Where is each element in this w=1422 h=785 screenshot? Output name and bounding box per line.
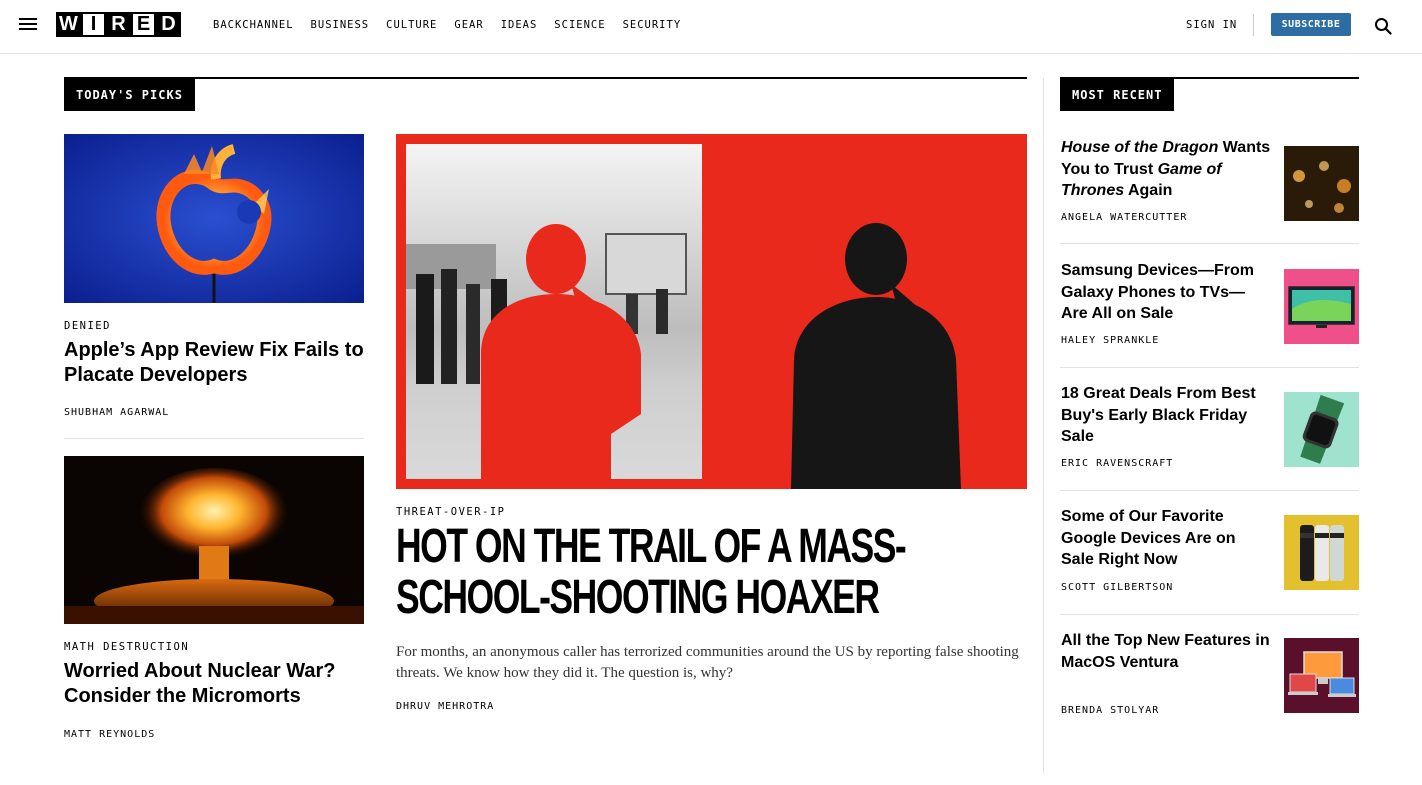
nuclear-explosion-image[interactable] <box>64 456 364 624</box>
feature-byline[interactable]: DHRUV MEHROTRA <box>396 701 494 712</box>
subscribe-button[interactable]: SUBSCRIBE <box>1271 13 1351 36</box>
feature-image[interactable] <box>396 134 1027 489</box>
nav-security[interactable]: SECURITY <box>623 19 682 31</box>
recent-byline[interactable]: ANGELA WATERCUTTER <box>1061 212 1187 223</box>
candlelit-thumbnail[interactable] <box>1284 146 1359 221</box>
nav-ideas[interactable]: IDEAS <box>501 19 538 31</box>
story-kicker: MATH DESTRUCTION <box>64 641 190 653</box>
samsung-tv-thumbnail[interactable] <box>1284 269 1359 344</box>
nav-business[interactable]: BUSINESS <box>311 19 370 31</box>
story-byline[interactable]: SHUBHAM AGARWAL <box>64 407 169 418</box>
wired-logo[interactable]: W I R E D <box>56 12 181 37</box>
most-recent-label: MOST RECENT <box>1060 79 1175 111</box>
logo-letter: W <box>56 12 81 37</box>
story-headline[interactable]: Worried About Nuclear War? Consider the … <box>64 659 364 709</box>
nav-culture[interactable]: CULTURE <box>386 19 437 31</box>
story-kicker: DENIED <box>64 320 111 332</box>
main-nav: BACKCHANNEL BUSINESS CULTURE GEAR IDEAS … <box>213 19 681 31</box>
logo-letter: E <box>131 12 156 37</box>
recent-divider <box>1060 614 1359 615</box>
recent-byline[interactable]: SCOTT GILBERTSON <box>1061 582 1173 593</box>
story-headline[interactable]: Apple’s App Review Fix Fails to Placate … <box>64 338 364 388</box>
column-divider <box>1043 78 1044 773</box>
recent-byline[interactable]: HALEY SPRANKLE <box>1061 335 1159 346</box>
story-byline[interactable]: MATT REYNOLDS <box>64 729 155 740</box>
nav-gear[interactable]: GEAR <box>454 19 483 31</box>
feature-kicker: THREAT-OVER-IP <box>396 506 506 518</box>
logo-letter: D <box>156 12 181 37</box>
pixel-phones-thumbnail[interactable] <box>1284 515 1359 590</box>
nav-backchannel[interactable]: BACKCHANNEL <box>213 19 294 31</box>
recent-divider <box>1060 367 1359 368</box>
site-header: W I R E D BACKCHANNEL BUSINESS CULTURE G… <box>0 0 1422 54</box>
recent-divider <box>1060 490 1359 491</box>
menu-icon[interactable] <box>19 18 37 32</box>
logo-letter: R <box>106 12 131 37</box>
burning-apple-image[interactable] <box>64 134 364 303</box>
recent-headline[interactable]: Some of Our Favorite Google Devices Are … <box>1061 506 1271 571</box>
story-divider <box>64 438 364 439</box>
recent-byline[interactable]: BRENDA STOLYAR <box>1061 705 1159 716</box>
header-divider <box>1253 14 1254 36</box>
recent-headline[interactable]: Samsung Devices—From Galaxy Phones to TV… <box>1061 260 1271 325</box>
recent-headline[interactable]: 18 Great Deals From Best Buy's Early Bla… <box>1061 383 1271 448</box>
logo-letter: I <box>81 12 106 37</box>
recent-byline[interactable]: ERIC RAVENSCRAFT <box>1061 458 1173 469</box>
smartwatch-thumbnail[interactable] <box>1284 392 1359 467</box>
nav-science[interactable]: SCIENCE <box>554 19 605 31</box>
section-rule <box>64 77 1027 79</box>
macos-thumbnail[interactable] <box>1284 638 1359 713</box>
feature-dek: For months, an anonymous caller has terr… <box>396 644 1019 681</box>
feature-headline[interactable]: HOT ON THE TRAIL OF A MASS-SCHOOL-SHOOTI… <box>396 521 1032 623</box>
todays-picks-label: TODAY'S PICKS <box>64 79 195 111</box>
search-icon[interactable] <box>1374 17 1392 35</box>
recent-headline[interactable]: House of the Dragon Wants You to Trust G… <box>1061 137 1271 202</box>
recent-headline[interactable]: All the Top New Features in MacOS Ventur… <box>1061 630 1271 673</box>
sign-in-link[interactable]: SIGN IN <box>1186 19 1237 31</box>
recent-divider <box>1060 243 1359 244</box>
